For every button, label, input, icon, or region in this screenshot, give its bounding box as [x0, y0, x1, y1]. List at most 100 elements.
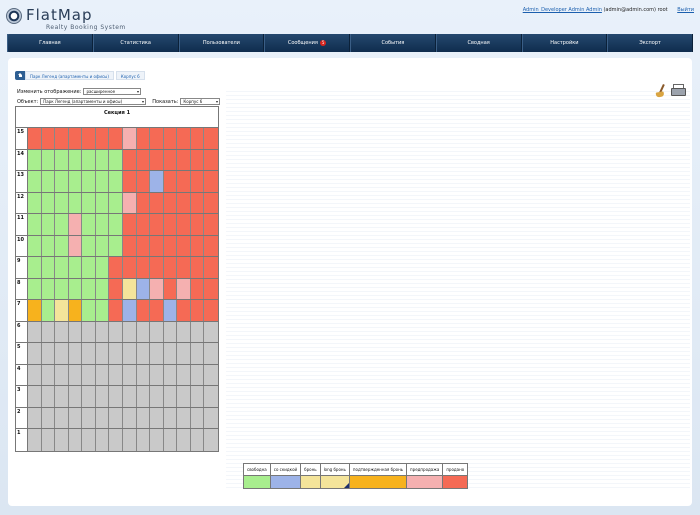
apartment-cell[interactable]: [82, 235, 96, 256]
apartment-cell[interactable]: [177, 300, 191, 321]
apartment-cell[interactable]: [82, 214, 96, 235]
apartment-cell[interactable]: [55, 257, 69, 278]
apartment-cell[interactable]: [55, 149, 69, 170]
apartment-cell[interactable]: [163, 192, 178, 213]
apartment-cell[interactable]: [109, 235, 123, 256]
apartment-cell[interactable]: [190, 278, 205, 299]
apartment-cell[interactable]: [204, 128, 218, 149]
apartment-cell[interactable]: [150, 192, 164, 213]
apartment-cell[interactable]: [55, 278, 69, 299]
apartment-cell[interactable]: [150, 257, 164, 278]
apartment-cell[interactable]: [109, 300, 123, 321]
apartment-cell[interactable]: [136, 192, 151, 213]
apartment-cell[interactable]: [68, 214, 83, 235]
apartment-cell[interactable]: [150, 171, 164, 192]
apartment-cell[interactable]: [28, 214, 42, 235]
nav-users[interactable]: Пользователи: [178, 34, 265, 52]
apartment-cell[interactable]: [177, 171, 191, 192]
apartment-cell[interactable]: [68, 149, 83, 170]
apartment-cell[interactable]: [122, 192, 137, 213]
apartment-cell[interactable]: [163, 235, 178, 256]
apartment-cell[interactable]: [204, 171, 218, 192]
apartment-cell[interactable]: [177, 278, 191, 299]
apartment-cell[interactable]: [95, 192, 110, 213]
nav-messages[interactable]: Сообщения 5: [264, 34, 350, 52]
apartment-cell[interactable]: [109, 192, 123, 213]
breadcrumb-building[interactable]: Корпус 6: [115, 71, 145, 80]
apartment-cell[interactable]: [122, 149, 137, 170]
apartment-cell[interactable]: [136, 128, 151, 149]
apartment-cell[interactable]: [68, 171, 83, 192]
apartment-cell[interactable]: [28, 278, 42, 299]
apartment-cell[interactable]: [109, 171, 123, 192]
home-icon[interactable]: [15, 71, 25, 80]
apartment-cell[interactable]: [82, 300, 96, 321]
apartment-cell[interactable]: [136, 257, 151, 278]
apartment-cell[interactable]: [177, 214, 191, 235]
apartment-cell[interactable]: [190, 300, 205, 321]
apartment-cell[interactable]: [177, 257, 191, 278]
apartment-cell[interactable]: [150, 235, 164, 256]
apartment-cell[interactable]: [68, 192, 83, 213]
apartment-cell[interactable]: [122, 300, 137, 321]
apartment-cell[interactable]: [41, 171, 56, 192]
apartment-cell[interactable]: [204, 300, 218, 321]
apartment-cell[interactable]: [28, 128, 42, 149]
object-select[interactable]: Парк Легенд (апартаменты и офисы): [40, 98, 147, 105]
apartment-cell[interactable]: [122, 278, 137, 299]
apartment-cell[interactable]: [41, 278, 56, 299]
apartment-cell[interactable]: [68, 257, 83, 278]
apartment-cell[interactable]: [109, 214, 123, 235]
apartment-cell[interactable]: [82, 128, 96, 149]
apartment-cell[interactable]: [55, 300, 69, 321]
apartment-cell[interactable]: [204, 257, 218, 278]
apartment-cell[interactable]: [82, 171, 96, 192]
apartment-cell[interactable]: [41, 149, 56, 170]
nav-export[interactable]: Экспорт: [607, 34, 693, 52]
apartment-cell[interactable]: [55, 214, 69, 235]
apartment-cell[interactable]: [163, 128, 178, 149]
apartment-cell[interactable]: [163, 171, 178, 192]
apartment-cell[interactable]: [190, 214, 205, 235]
apartment-cell[interactable]: [177, 235, 191, 256]
apartment-cell[interactable]: [82, 257, 96, 278]
apartment-cell[interactable]: [150, 214, 164, 235]
apartment-cell[interactable]: [109, 149, 123, 170]
apartment-cell[interactable]: [28, 192, 42, 213]
apartment-cell[interactable]: [28, 171, 42, 192]
printer-icon[interactable]: [671, 84, 686, 97]
apartment-cell[interactable]: [109, 278, 123, 299]
apartment-cell[interactable]: [82, 149, 96, 170]
apartment-cell[interactable]: [204, 192, 218, 213]
apartment-cell[interactable]: [68, 128, 83, 149]
breadcrumb-object[interactable]: Парк Легенд (апартаменты и офисы): [25, 71, 114, 80]
nav-summary[interactable]: Сводная: [435, 34, 522, 52]
apartment-cell[interactable]: [204, 278, 218, 299]
apartment-cell[interactable]: [150, 128, 164, 149]
view-mode-select[interactable]: расширенное: [83, 88, 142, 95]
apartment-cell[interactable]: [41, 128, 56, 149]
apartment-cell[interactable]: [109, 128, 123, 149]
apartment-cell[interactable]: [55, 171, 69, 192]
apartment-cell[interactable]: [136, 171, 151, 192]
apartment-cell[interactable]: [82, 278, 96, 299]
apartment-cell[interactable]: [136, 149, 151, 170]
apartment-cell[interactable]: [41, 214, 56, 235]
apartment-cell[interactable]: [95, 235, 110, 256]
apartment-cell[interactable]: [82, 192, 96, 213]
apartment-cell[interactable]: [122, 214, 137, 235]
apartment-cell[interactable]: [55, 235, 69, 256]
apartment-cell[interactable]: [55, 128, 69, 149]
apartment-cell[interactable]: [177, 149, 191, 170]
apartment-cell[interactable]: [204, 235, 218, 256]
broom-icon[interactable]: [655, 84, 667, 98]
apartment-cell[interactable]: [150, 300, 164, 321]
apartment-cell[interactable]: [136, 278, 151, 299]
nav-settings[interactable]: Настройки: [521, 34, 608, 52]
apartment-cell[interactable]: [150, 149, 164, 170]
apartment-cell[interactable]: [163, 214, 178, 235]
apartment-cell[interactable]: [163, 300, 178, 321]
apartment-cell[interactable]: [55, 192, 69, 213]
apartment-cell[interactable]: [28, 300, 42, 321]
apartment-cell[interactable]: [95, 300, 110, 321]
